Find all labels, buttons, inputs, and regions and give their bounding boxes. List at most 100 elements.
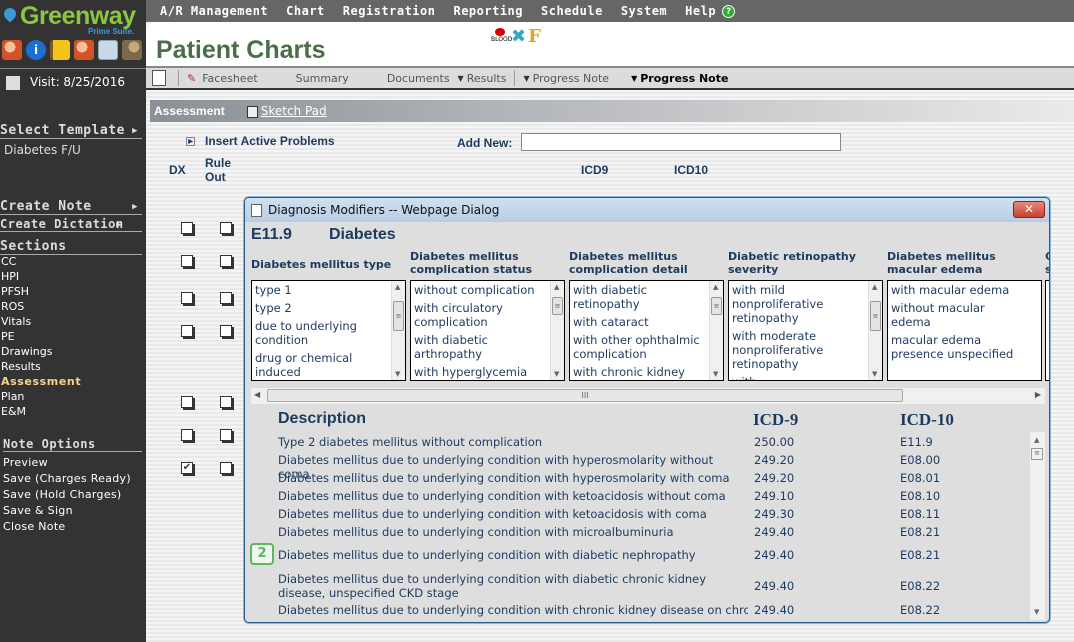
sidebar-section-vitals[interactable]: Vitals [1,314,31,329]
sidebar-section-e-m[interactable]: E&M [1,404,26,419]
scroll-up-icon[interactable]: ▲ [713,283,718,291]
dx-checkbox[interactable] [181,292,193,304]
rule-out-checkbox[interactable] [220,222,232,234]
rule-out-checkbox[interactable] [220,462,232,474]
modifier-listbox[interactable]: with diabetic retinopathy with cataract wi… [569,280,724,381]
sidebar-section-cc[interactable]: CC [1,254,16,269]
tab-facesheet[interactable]: Facesheet [202,72,257,85]
modifier-listbox[interactable]: type 1 type 2 due to underlying condition d… [251,280,406,381]
dialog-title-bar[interactable]: Diagnosis Modifiers -- Webpage Dialog [245,198,1049,222]
result-row-description[interactable]: Diabetes mellitus due to underlying cond… [278,507,748,521]
modifier-option[interactable]: with diabetic retinopathy [570,281,708,313]
result-row-description[interactable]: Diabetes mellitus due to underlying cond… [278,489,748,503]
group-icon[interactable] [122,40,142,60]
horizontal-scrollbar[interactable]: ◀ III ▶ [251,388,1045,404]
tab-summary[interactable]: Summary [296,72,349,85]
blood-alert-icon[interactable]: BLOOD [491,28,512,46]
scroll-up-icon[interactable]: ▲ [872,283,877,291]
scroll-right-icon[interactable]: ▶ [1035,390,1041,399]
menu-schedule[interactable]: Schedule [541,4,603,18]
note-option-save-sign[interactable]: Save & Sign [3,503,73,518]
scroll-down-icon[interactable]: ▼ [395,370,400,378]
scroll-down-icon[interactable]: ▼ [713,370,718,378]
modifier-option[interactable]: without complication [411,281,549,299]
scroll-up-icon[interactable]: ▲ [395,283,400,291]
sidebar-section-plan[interactable]: Plan [1,389,24,404]
rule-out-checkbox[interactable] [220,429,232,441]
tab-progress-note-active[interactable]: Progress Note [640,72,728,85]
allergy-x-icon[interactable]: ✖ [511,28,526,46]
menu-help[interactable]: Help [685,4,716,18]
scroll-down-icon[interactable]: ▼ [554,370,559,378]
flag-icon[interactable] [50,40,70,60]
listbox-scrollbar[interactable]: ▲ ≡ ▼ [868,281,882,380]
dx-checkbox[interactable] [181,396,193,408]
modifier-option[interactable]: drug or chemical induced [252,349,390,380]
modifier-listbox[interactable]: without complication with circulatory com… [410,280,565,381]
result-row-description[interactable]: Diabetes mellitus due to underlying cond… [278,603,748,617]
rule-out-checkbox[interactable] [220,325,232,337]
results-scrollbar[interactable]: ▲ ≡ ▼ [1030,432,1045,620]
modifier-option[interactable]: with other ophthalmic complication [570,331,708,363]
modifier-option[interactable]: without macular edema [888,299,1026,331]
modifier-option[interactable]: with macular edema [888,281,1026,299]
rule-out-checkbox[interactable] [220,292,232,304]
note-option-save-hold-charges[interactable]: Save (Hold Charges) [3,487,122,502]
scroll-thumb[interactable]: ≡ [393,301,404,331]
result-row-description[interactable]: Diabetes mellitus due to underlying cond… [278,471,748,485]
close-button[interactable]: ✕ [1013,201,1045,218]
listbox-scrollbar[interactable]: ▲ ≡ ▼ [709,281,723,380]
dx-checkbox[interactable]: ✔ [181,462,193,474]
menu-system[interactable]: System [621,4,667,18]
note-option-save-charges-ready[interactable]: Save (Charges Ready) [3,471,131,486]
insert-active-problems[interactable]: ▶ Insert Active Problems [186,134,335,148]
note-option-preview[interactable]: Preview [3,455,48,470]
template-value[interactable]: Diabetes F/U [4,143,81,158]
greenway-logo[interactable]: Greenway Prime Suite. [1,2,144,36]
listbox-scrollbar[interactable]: ▲ ≡ ▼ [550,281,564,380]
modifier-option[interactable]: with moderate nonproliferative retinopat… [729,327,867,373]
help-icon[interactable]: ? [722,4,736,18]
scroll-down-icon[interactable]: ▼ [872,370,877,378]
modifier-option[interactable]: with circulatory complication [411,299,549,331]
modifier-option[interactable]: with hyperglycemia [411,363,549,380]
scroll-thumb[interactable]: ≡ [870,301,881,331]
modifier-option[interactable]: with diabetic arthropathy [411,331,549,363]
sidebar-section-ros[interactable]: ROS [1,299,24,314]
modifier-option[interactable]: with cataract [570,313,708,331]
modifier-option[interactable]: with [729,373,867,380]
result-row-description[interactable]: Diabetes mellitus due to underlying cond… [278,525,748,539]
modifier-option[interactable]: due to underlying condition [252,317,390,349]
sidebar-section-assessment[interactable]: Assessment [1,374,81,389]
modifier-listbox-partial[interactable] [1045,280,1049,381]
scroll-thumb[interactable]: III [267,389,903,402]
result-row-description[interactable]: Type 2 diabetes mellitus without complic… [278,435,748,449]
scroll-thumb[interactable]: ≡ [552,297,563,315]
sidebar-section-pfsh[interactable]: PFSH [1,284,29,299]
info-icon[interactable]: i [26,40,46,60]
dx-checkbox[interactable] [181,222,193,234]
scroll-down-icon[interactable]: ▼ [1034,608,1039,616]
tab-progress-note[interactable]: Progress Note [533,72,609,85]
document-icon[interactable] [98,40,118,60]
menu-reporting[interactable]: Reporting [453,4,523,18]
modifier-option[interactable]: type 2 [252,299,390,317]
select-template-menu[interactable]: Select Template ▶ [0,123,142,139]
modifier-option[interactable]: with mild nonproliferative retinopathy [729,281,867,327]
scroll-up-icon[interactable]: ▲ [554,283,559,291]
scroll-left-icon[interactable]: ◀ [254,390,260,399]
create-note-menu[interactable]: Create Note ▶ [0,199,142,215]
modifier-option[interactable]: macular edema presence unspecified [888,331,1026,363]
result-row-description[interactable]: Diabetes mellitus due to underlying cond… [278,572,748,600]
patient-search-icon[interactable] [2,40,22,60]
create-dictation-menu[interactable]: Create Dictation ▶ [0,217,142,232]
patient-appointment-icon[interactable] [74,40,94,60]
sidebar-section-pe[interactable]: PE [1,329,15,344]
scroll-thumb[interactable]: ≡ [1031,448,1043,460]
note-option-close-note[interactable]: Close Note [3,519,66,534]
add-new-input[interactable] [521,133,841,151]
rule-out-checkbox[interactable] [220,396,232,408]
modifier-listbox[interactable]: with macular edema without macular edema m… [887,280,1042,381]
sidebar-section-hpi[interactable]: HPI [1,269,19,284]
modifier-option[interactable]: type 1 [252,281,390,299]
